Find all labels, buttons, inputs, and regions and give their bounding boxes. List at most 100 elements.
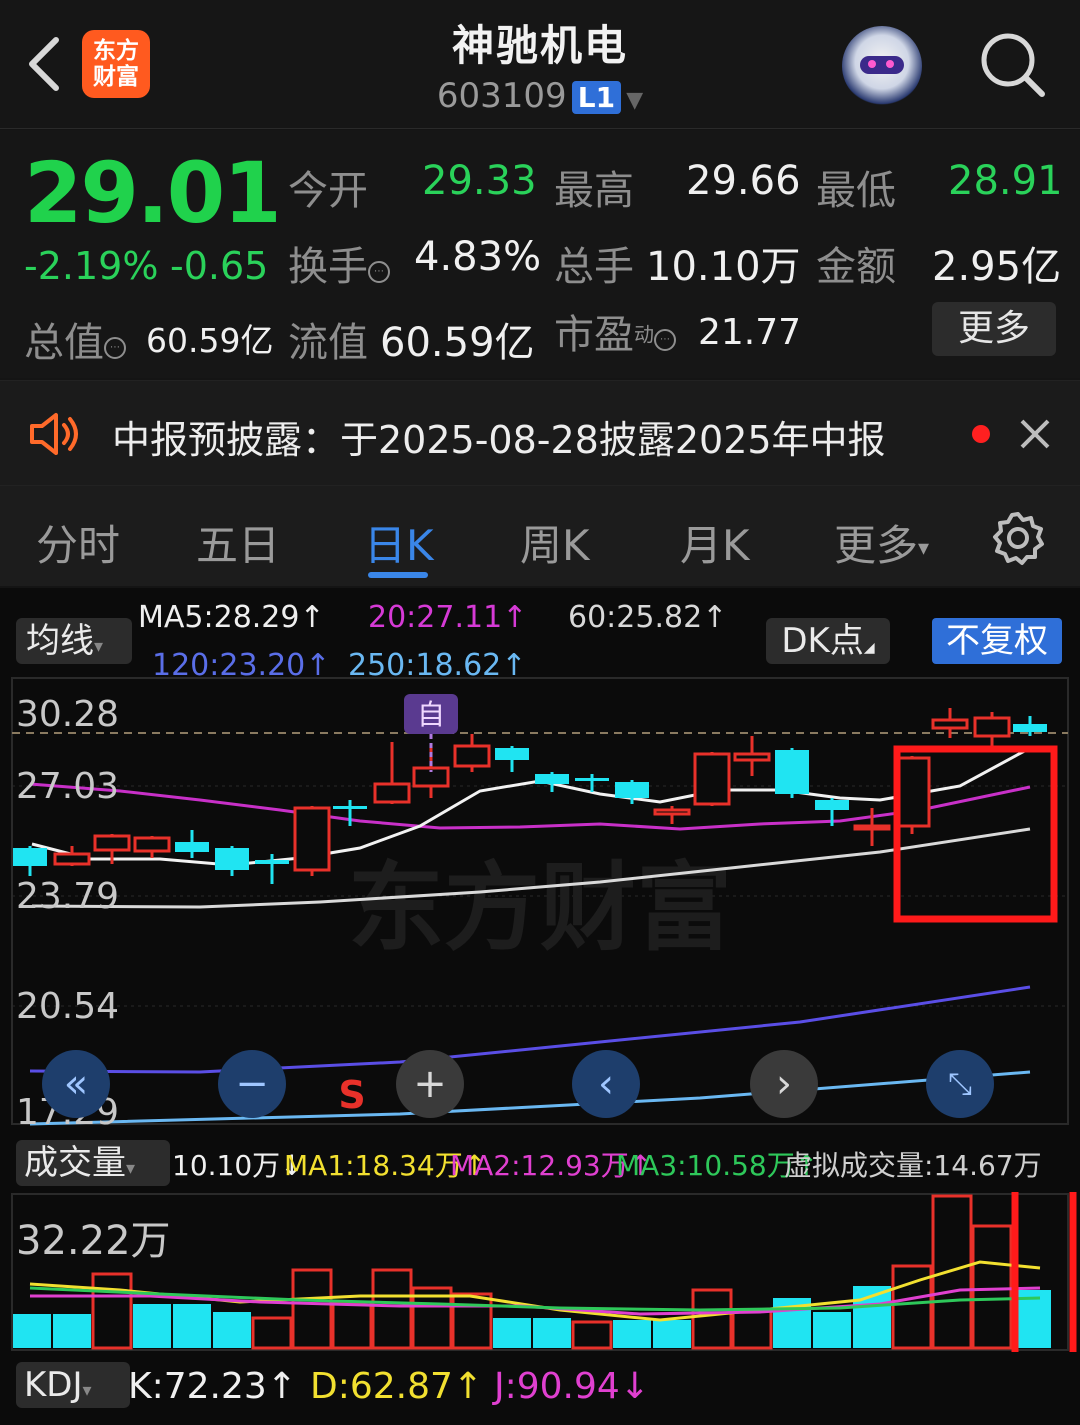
volume-bar: [971, 1224, 1013, 1350]
volume-selector[interactable]: 成交量▾: [16, 1140, 170, 1186]
volume-bar: [251, 1316, 293, 1350]
volume-bar: [13, 1314, 51, 1348]
sell-marker: S: [338, 1073, 365, 1117]
volume-bar: [571, 1320, 613, 1350]
unread-dot: [972, 425, 990, 443]
header-bar: 东方财富 神驰机电 603109 L1 ▼: [0, 0, 1080, 129]
kdj-k: K:72.23↑: [128, 1366, 297, 1407]
ma-selector[interactable]: 均线▾: [16, 618, 132, 664]
dk-point-selector[interactable]: DK点◢: [766, 618, 890, 664]
close-icon[interactable]: [1018, 417, 1052, 451]
candle-body: [255, 860, 289, 864]
dk-point-label: DK点: [781, 621, 864, 661]
minus-icon: −: [235, 1061, 269, 1107]
tab-day-k[interactable]: 日K: [364, 512, 434, 573]
open-label: 今开: [288, 168, 368, 214]
y-label-2: 27.03: [16, 766, 120, 807]
kdj-selector[interactable]: KDJ▾: [16, 1362, 130, 1408]
tab-more-label: 更多: [834, 521, 919, 570]
float-cap-label: 流值: [288, 320, 368, 366]
turnover-label: 换手: [288, 244, 368, 290]
tab-week-k[interactable]: 周K: [520, 512, 590, 573]
ma120-line: [29, 985, 1031, 1074]
settings-gear-icon[interactable]: [990, 510, 1046, 566]
low-label: 最低: [816, 168, 896, 214]
volume-bar: [931, 1194, 973, 1350]
caret-down-icon: ▾: [94, 636, 104, 657]
tab-five-day[interactable]: 五日: [196, 512, 280, 573]
period-tabs: 分时 五日 日K 周K 月K 更多▾: [0, 486, 1080, 586]
candle-body: [815, 800, 849, 810]
active-tab-indicator: [368, 572, 428, 578]
volume-value: 10.10万: [646, 244, 801, 290]
volume-bar: [613, 1320, 651, 1348]
pe-label: 市盈: [554, 312, 634, 358]
candle-body: [733, 752, 771, 762]
expand-icon: ⤡: [948, 1066, 972, 1102]
candle-body: [373, 782, 411, 804]
scroll-right-button[interactable]: ›: [750, 1050, 818, 1118]
scroll-left-button[interactable]: ‹: [572, 1050, 640, 1118]
candle-body: [575, 778, 609, 781]
notice-text: 中报预披露：于2025-08-28披露2025年中报: [112, 418, 886, 462]
zoom-out-button[interactable]: −: [218, 1050, 286, 1118]
ma20-line: [29, 782, 1031, 831]
tab-more[interactable]: 更多▾: [834, 512, 929, 573]
candle-body: [535, 774, 569, 784]
caret-down-icon: ▾: [126, 1158, 136, 1179]
search-icon[interactable]: [978, 30, 1048, 100]
volume-bar: [91, 1272, 133, 1350]
candle-body: [693, 752, 731, 806]
turnover-value: 4.83%: [414, 234, 542, 280]
pe-sup: 动: [634, 322, 654, 347]
double-chevron-left-icon: «: [63, 1061, 89, 1107]
candle-body: [1013, 724, 1047, 732]
fullscreen-button[interactable]: ⤡: [926, 1050, 994, 1118]
ma60-value: 60:25.82↑: [568, 600, 728, 635]
y-label-3: 23.79: [16, 876, 120, 917]
ma5-value: MA5:28.29↑: [138, 600, 325, 635]
volume-bar: [653, 1320, 691, 1348]
virtual-volume: 虚拟成交量:14.67万: [784, 1149, 1042, 1182]
kline-chart-area[interactable]: 均线▾ MA5:28.29↑ 20:27.11↑ 60:25.82↑ 120:2…: [0, 588, 1080, 1425]
volume-bar: [371, 1268, 413, 1350]
corner-caret-icon: ◢: [863, 640, 875, 656]
amount-label: 金额: [816, 244, 896, 290]
kline-plot[interactable]: 东方财富 自 S: [0, 676, 1080, 1126]
plus-icon: +: [413, 1061, 447, 1107]
volume-bar: [291, 1268, 333, 1350]
tab-month-k[interactable]: 月K: [680, 512, 750, 573]
turnover-item[interactable]: 换手 ⋯: [288, 234, 390, 292]
candle-body: [653, 808, 691, 816]
tab-minute[interactable]: 分时: [36, 512, 120, 573]
notice-bar[interactable]: 中报预披露：于2025-08-28披露2025年中报: [0, 380, 1080, 486]
pe-item[interactable]: 市盈动 ⋯: [554, 302, 676, 360]
last-price: 29.01: [24, 144, 282, 242]
volume-bar: [533, 1318, 571, 1348]
self-marker: 自: [417, 698, 445, 731]
open-value: 29.33: [422, 158, 537, 204]
caret-down-icon: ▾: [82, 1380, 92, 1401]
volume-max-label: 32.22万: [16, 1218, 171, 1264]
chevron-left-icon: ‹: [598, 1061, 614, 1107]
level-badge: L1: [571, 81, 622, 114]
adjust-mode-button[interactable]: 不复权: [932, 618, 1062, 664]
candle-body: [175, 842, 209, 852]
change-percent: -2.19%: [24, 244, 159, 288]
low-value: 28.91: [948, 158, 1063, 204]
kdj-d: D:62.87↑: [310, 1366, 484, 1407]
watermark: 东方财富: [348, 852, 732, 964]
rewind-fast-button[interactable]: «: [42, 1050, 110, 1118]
candle-body: [853, 824, 891, 831]
dropdown-arrow-icon: ▼: [626, 88, 644, 113]
robot-assistant-icon[interactable]: [842, 26, 922, 106]
candle-body: [495, 748, 529, 760]
zoom-in-button[interactable]: +: [396, 1050, 464, 1118]
info-icon: ⋯: [654, 328, 676, 351]
speaker-icon: [30, 413, 78, 455]
market-cap-item[interactable]: 总值 ⋯: [24, 310, 126, 368]
high-value: 29.66: [686, 158, 801, 204]
candle-body: [133, 836, 171, 853]
volume-bar: [53, 1314, 91, 1348]
more-button[interactable]: 更多: [932, 302, 1056, 356]
